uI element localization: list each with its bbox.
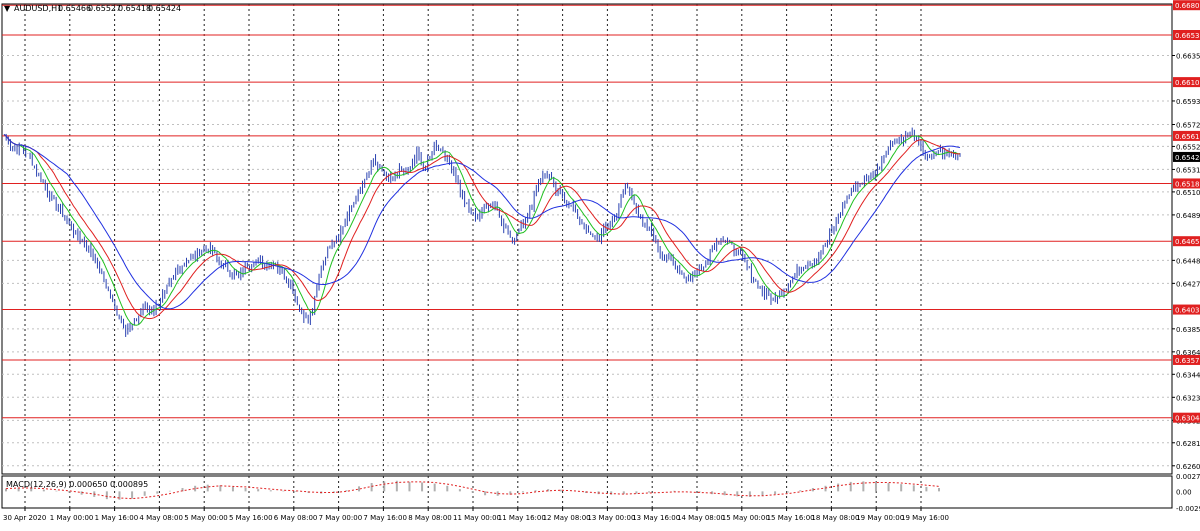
ohlc-open: 0.65466 xyxy=(58,4,91,13)
macd-tick-label: 0.00 xyxy=(1176,488,1192,496)
level-price-label: 0.64655 xyxy=(1175,238,1200,246)
macd-tick-label: 0.002762 xyxy=(1176,473,1200,481)
time-tick-label: 13 May 00:00 xyxy=(587,514,635,522)
time-tick-label: 5 May 00:00 xyxy=(184,514,228,522)
time-tick-label: 19 May 00:00 xyxy=(856,514,904,522)
ohlc-low: 0.65418 xyxy=(118,4,151,13)
grid-layer xyxy=(1,3,1173,509)
price-tick-label: 0.65935 xyxy=(1176,98,1200,106)
price-tick-label: 0.63230 xyxy=(1176,394,1200,402)
price-panel-frame xyxy=(1,3,1173,475)
ohlc-high: 0.65527 xyxy=(88,4,121,13)
chart-root: 0.66350 0.65935 0.65720 0.65520 0.65310 0.651… xyxy=(0,0,1200,527)
time-tick-label: 19 May 16:00 xyxy=(901,514,949,522)
price-tick-label: 0.63440 xyxy=(1176,371,1200,379)
time-tick-label: 6 May 08:00 xyxy=(274,514,318,522)
time-tick-label: 8 May 08:00 xyxy=(408,514,452,522)
price-series-layer xyxy=(5,127,961,337)
time-tick-label: 1 May 16:00 xyxy=(95,514,139,522)
time-tick-label: 18 May 08:00 xyxy=(811,514,859,522)
level-price-label: 0.64031 xyxy=(1175,307,1200,315)
time-tick-label: 7 May 16:00 xyxy=(363,514,407,522)
ma-mid-line xyxy=(3,134,960,320)
level-price-label: 0.63571 xyxy=(1175,357,1200,365)
time-tick-label: 7 May 00:00 xyxy=(319,514,363,522)
time-tick-label: 11 May 16:00 xyxy=(498,514,546,522)
time-tick-label: 1 May 00:00 xyxy=(50,514,94,522)
chart-svg[interactable]: 0.66350 0.65935 0.65720 0.65520 0.65310 0.651… xyxy=(0,0,1200,527)
price-tick-label: 0.65105 xyxy=(1176,189,1200,197)
ma-fast-line xyxy=(3,134,961,326)
time-tick-label: 13 May 16:00 xyxy=(632,514,680,522)
chart-menu-icon[interactable]: ▼ xyxy=(4,4,11,13)
level-price-label: 0.66107 xyxy=(1175,79,1200,87)
price-tick-label: 0.63855 xyxy=(1176,326,1200,334)
price-tick-label: 0.62815 xyxy=(1176,440,1200,448)
ohlc-close: 0.65424 xyxy=(148,4,181,13)
price-tick-label: 0.65310 xyxy=(1176,166,1200,174)
chart-title: AUDUSD,H1 xyxy=(14,4,62,13)
price-axis-layer: 0.66350 0.65935 0.65720 0.65520 0.65310 0.651… xyxy=(1172,0,1200,513)
time-tick-label: 15 May 16:00 xyxy=(767,514,815,522)
price-tick-label: 0.64480 xyxy=(1176,257,1200,265)
price-tick-label: 0.65720 xyxy=(1176,122,1200,130)
price-tick-label: 0.66350 xyxy=(1176,52,1200,60)
macd-title: MACD(12,26,9) 0.000650 0.000895 xyxy=(6,480,148,489)
level-lines-layer xyxy=(2,4,1172,419)
chart-header: ▼ AUDUSD,H1 0.65466 0.65527 0.65418 0.65… xyxy=(4,4,181,13)
time-tick-label: 14 May 08:00 xyxy=(677,514,725,522)
ma-slow-line xyxy=(3,134,961,310)
time-tick-label: 15 May 00:00 xyxy=(722,514,770,522)
time-tick-label: 11 May 00:00 xyxy=(453,514,501,522)
moving-averages-layer xyxy=(3,134,961,326)
time-tick-label: 12 May 08:00 xyxy=(543,514,591,522)
time-tick-label: 4 May 08:00 xyxy=(139,514,183,522)
level-price-label: 0.66809 xyxy=(1175,2,1200,10)
price-tick-label: 0.64270 xyxy=(1176,280,1200,288)
current-price-label: 0.65424 xyxy=(1175,154,1200,162)
macd-tick-label: -0.00299 xyxy=(1176,505,1200,513)
time-tick-label: 5 May 16:00 xyxy=(229,514,273,522)
level-price-label: 0.65182 xyxy=(1175,180,1200,188)
level-price-label: 0.65616 xyxy=(1175,133,1200,141)
price-tick-label: 0.64895 xyxy=(1176,212,1200,220)
price-tick-label: 0.65520 xyxy=(1176,143,1200,151)
level-price-label: 0.63044 xyxy=(1175,415,1200,423)
price-tick-label: 0.62605 xyxy=(1176,463,1200,471)
time-axis-layer: 30 Apr 2020 1 May 00:00 1 May 16:00 4 May 0… xyxy=(3,508,949,522)
time-tick-label: 30 Apr 2020 xyxy=(3,514,46,522)
level-price-label: 0.66537 xyxy=(1175,32,1200,40)
